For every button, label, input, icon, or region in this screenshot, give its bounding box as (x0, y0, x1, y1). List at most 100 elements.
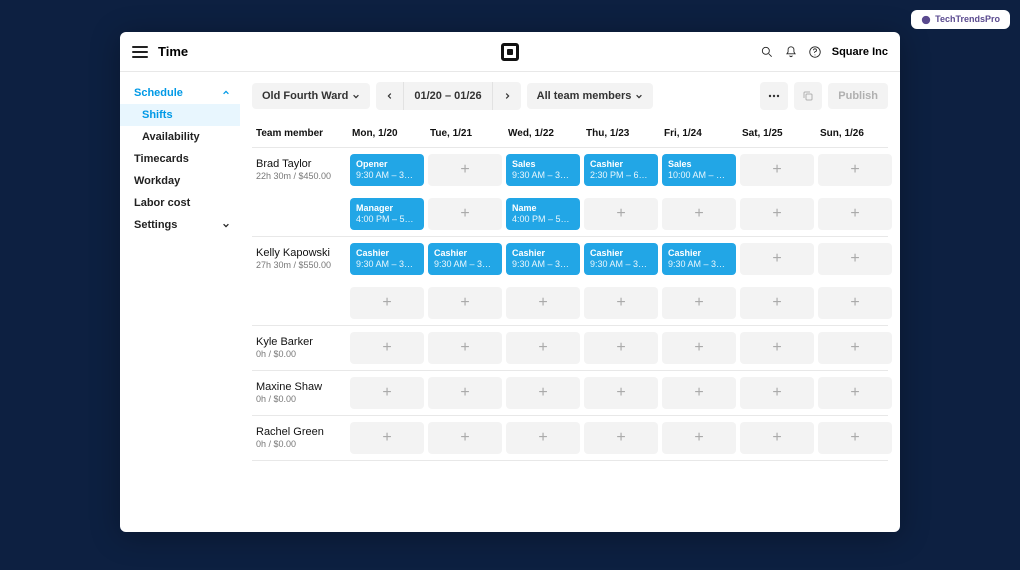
add-shift-button[interactable]: + (818, 154, 892, 186)
shift-block[interactable]: Cashier9:30 AM – 3… (662, 243, 736, 275)
add-shift-button[interactable]: + (818, 422, 892, 454)
column-header-day: Sat, 1/25 (738, 120, 816, 147)
member-meta: 0h / $0.00 (256, 394, 344, 404)
add-shift-button[interactable]: + (428, 377, 502, 409)
member-cell[interactable]: Rachel Green0h / $0.00 (252, 420, 348, 455)
member-cell[interactable]: Kyle Barker0h / $0.00 (252, 330, 348, 365)
member-cell[interactable] (252, 285, 348, 297)
shift-time: 2:30 PM – 6… (590, 170, 652, 181)
next-week-button[interactable] (493, 82, 521, 110)
location-select[interactable]: Old Fourth Ward (252, 83, 370, 109)
shift-block[interactable]: Cashier9:30 AM – 3… (428, 243, 502, 275)
add-shift-button[interactable]: + (506, 332, 580, 364)
add-shift-button[interactable]: + (584, 422, 658, 454)
add-shift-button[interactable]: + (740, 377, 814, 409)
menu-icon[interactable] (132, 46, 148, 58)
day-cell: + (660, 420, 738, 456)
sidebar-item-settings[interactable]: Settings (120, 214, 240, 236)
sidebar: Schedule Shifts Availability Timecards W… (120, 72, 240, 532)
add-shift-button[interactable]: + (506, 377, 580, 409)
day-cell: Opener9:30 AM – 3… (348, 152, 426, 188)
day-cell: + (738, 285, 816, 321)
day-cell: + (426, 152, 504, 188)
add-shift-button[interactable]: + (662, 422, 736, 454)
sidebar-item-schedule[interactable]: Schedule (120, 82, 240, 104)
add-shift-button[interactable]: + (428, 198, 502, 230)
day-cell: + (738, 420, 816, 456)
add-shift-button[interactable]: + (662, 332, 736, 364)
add-shift-button[interactable]: + (584, 198, 658, 230)
account-name[interactable]: Square Inc (832, 46, 888, 58)
copy-button[interactable] (794, 82, 822, 110)
prev-week-button[interactable] (376, 82, 404, 110)
shift-block[interactable]: Cashier9:30 AM – 3… (584, 243, 658, 275)
notification-icon[interactable] (784, 45, 798, 59)
shift-time: 4:00 PM – 5… (512, 214, 574, 225)
add-shift-button[interactable]: + (662, 287, 736, 319)
add-shift-button[interactable]: + (584, 287, 658, 319)
watermark-badge: TechTrendsPro (911, 10, 1010, 29)
add-shift-button[interactable]: + (818, 198, 892, 230)
schedule-row: Brad Taylor22h 30m / $450.00Opener9:30 A… (252, 148, 888, 192)
day-cell: Cashier9:30 AM – 3… (504, 241, 582, 277)
shift-block[interactable]: Sales10:00 AM – … (662, 154, 736, 186)
add-shift-button[interactable]: + (818, 377, 892, 409)
shift-block[interactable]: Name4:00 PM – 5… (506, 198, 580, 230)
shift-block[interactable]: Cashier2:30 PM – 6… (584, 154, 658, 186)
add-shift-button[interactable]: + (506, 422, 580, 454)
add-shift-button[interactable]: + (740, 287, 814, 319)
sidebar-item-timecards[interactable]: Timecards (120, 148, 240, 170)
shift-role: Opener (356, 159, 418, 170)
day-cell: + (504, 285, 582, 321)
add-shift-button[interactable]: + (584, 332, 658, 364)
add-shift-button[interactable]: + (584, 377, 658, 409)
day-cell: + (504, 375, 582, 411)
add-shift-button[interactable]: + (662, 198, 736, 230)
add-shift-button[interactable]: + (662, 377, 736, 409)
column-header-day: Mon, 1/20 (348, 120, 426, 147)
day-cell: + (426, 330, 504, 366)
publish-button[interactable]: Publish (828, 83, 888, 109)
shift-block[interactable]: Opener9:30 AM – 3… (350, 154, 424, 186)
add-shift-button[interactable]: + (506, 287, 580, 319)
member-cell[interactable]: Brad Taylor22h 30m / $450.00 (252, 152, 348, 187)
sidebar-label: Availability (142, 131, 200, 143)
add-shift-button[interactable]: + (740, 332, 814, 364)
add-shift-button[interactable]: + (740, 154, 814, 186)
shift-block[interactable]: Manager4:00 PM – 5… (350, 198, 424, 230)
add-shift-button[interactable]: + (428, 154, 502, 186)
location-label: Old Fourth Ward (262, 90, 348, 102)
add-shift-button[interactable]: + (740, 243, 814, 275)
add-shift-button[interactable]: + (350, 287, 424, 319)
search-icon[interactable] (760, 45, 774, 59)
add-shift-button[interactable]: + (740, 422, 814, 454)
add-shift-button[interactable]: + (428, 332, 502, 364)
member-cell[interactable] (252, 196, 348, 208)
add-shift-button[interactable]: + (350, 422, 424, 454)
shift-role: Cashier (512, 248, 574, 259)
add-shift-button[interactable]: + (818, 287, 892, 319)
shift-block[interactable]: Cashier9:30 AM – 3… (350, 243, 424, 275)
day-cell: + (738, 330, 816, 366)
member-cell[interactable]: Maxine Shaw0h / $0.00 (252, 375, 348, 410)
more-button[interactable] (760, 82, 788, 110)
sidebar-item-workday[interactable]: Workday (120, 170, 240, 192)
date-range-button[interactable]: 01/20 – 01/26 (404, 82, 492, 110)
controls-row: Old Fourth Ward 01/20 – 01/26 All team m… (240, 72, 900, 120)
sidebar-item-labor-cost[interactable]: Labor cost (120, 192, 240, 214)
help-icon[interactable] (808, 45, 822, 59)
member-cell[interactable]: Kelly Kapowski27h 30m / $550.00 (252, 241, 348, 276)
add-shift-button[interactable]: + (350, 332, 424, 364)
add-shift-button[interactable]: + (428, 422, 502, 454)
shift-block[interactable]: Cashier9:30 AM – 3… (506, 243, 580, 275)
sidebar-item-shifts[interactable]: Shifts (120, 104, 240, 126)
app-window: Time Square Inc Schedule Shifts Availabi… (120, 32, 900, 532)
add-shift-button[interactable]: + (428, 287, 502, 319)
shift-block[interactable]: Sales9:30 AM – 3… (506, 154, 580, 186)
add-shift-button[interactable]: + (740, 198, 814, 230)
add-shift-button[interactable]: + (818, 243, 892, 275)
add-shift-button[interactable]: + (350, 377, 424, 409)
add-shift-button[interactable]: + (818, 332, 892, 364)
sidebar-item-availability[interactable]: Availability (120, 126, 240, 148)
team-filter-select[interactable]: All team members (527, 83, 654, 109)
